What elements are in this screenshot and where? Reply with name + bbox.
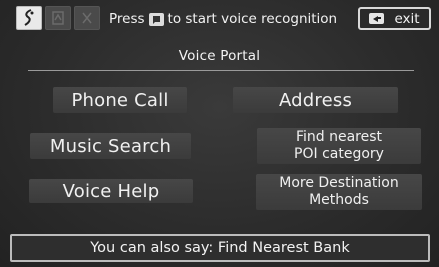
hint-after: to start voice recognition	[167, 11, 338, 27]
voice-portal-screen: Press to start voice recognition exit Vo…	[0, 0, 439, 267]
more-destination-methods-button[interactable]: More Destination Methods	[256, 174, 422, 210]
phone-call-label: Phone Call	[71, 89, 169, 111]
exit-label: exit	[394, 10, 420, 27]
music-search-button[interactable]: Music Search	[30, 133, 191, 159]
find-poi-category-button[interactable]: Find nearest POI category	[257, 128, 421, 164]
phone-call-button[interactable]: Phone Call	[53, 87, 187, 113]
address-button[interactable]: Address	[233, 87, 398, 113]
talk-icon	[16, 6, 42, 30]
voice-help-label: Voice Help	[62, 180, 160, 202]
more-dest-line1: More Destination	[279, 175, 399, 191]
hint-before: Press	[109, 11, 145, 27]
voice-hint: Press to start voice recognition	[109, 9, 337, 29]
voice-help-button[interactable]: Voice Help	[29, 179, 193, 203]
music-search-label: Music Search	[49, 135, 172, 157]
more-dest-line2: Methods	[309, 192, 369, 208]
address-label: Address	[278, 89, 353, 111]
page-title: Voice Portal	[178, 48, 261, 64]
suggestion-bar: You can also say: Find Nearest Bank	[10, 234, 430, 262]
exit-button[interactable]: exit	[358, 7, 431, 30]
suggestion-text: You can also say: Find Nearest Bank	[90, 240, 350, 256]
back-icon	[369, 13, 385, 24]
find-poi-line2: POI category	[294, 146, 384, 162]
find-poi-line1: Find nearest	[295, 129, 383, 145]
voice-icons	[16, 6, 100, 30]
talk-icon-dim	[74, 6, 100, 30]
title-divider	[28, 70, 414, 71]
talk-icon-dim	[45, 6, 71, 30]
talk-button-icon	[148, 12, 164, 26]
top-bar: Press to start voice recognition exit	[6, 4, 433, 34]
